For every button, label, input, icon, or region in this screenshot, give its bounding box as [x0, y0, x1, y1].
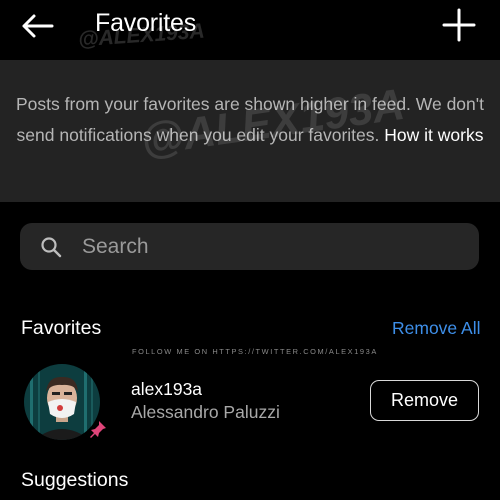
pin-icon	[90, 421, 106, 438]
watermark-follow-note: FOLLOW ME ON HTTPS://TWITTER.COM/ALEX193…	[132, 347, 378, 356]
add-favorite-button[interactable]	[440, 6, 478, 44]
favorite-full-name: Alessandro Paluzzi	[131, 402, 280, 422]
arrow-left-icon	[22, 14, 54, 38]
favorites-screen: Favorites @ALEX193A Posts from your favo…	[0, 0, 500, 500]
page-title: Favorites	[95, 9, 197, 37]
suggestions-section-title: Suggestions	[21, 469, 129, 491]
top-bar: Favorites	[0, 0, 500, 56]
remove-all-button[interactable]: Remove All	[392, 318, 481, 339]
search-icon	[41, 237, 62, 258]
info-message: Posts from your favorites are shown high…	[16, 89, 484, 151]
info-banner: Posts from your favorites are shown high…	[0, 60, 500, 202]
list-item[interactable]: alex193a Alessandro Paluzzi Remove	[0, 360, 500, 442]
search-bar[interactable]	[20, 223, 479, 270]
plus-icon	[442, 8, 476, 42]
search-input[interactable]	[82, 223, 462, 270]
favorites-section-title: Favorites	[21, 317, 102, 339]
back-button[interactable]	[18, 8, 58, 44]
favorite-username[interactable]: alex193a	[131, 379, 202, 400]
remove-button[interactable]: Remove	[370, 380, 479, 421]
how-it-works-link[interactable]: How it works	[384, 125, 483, 145]
